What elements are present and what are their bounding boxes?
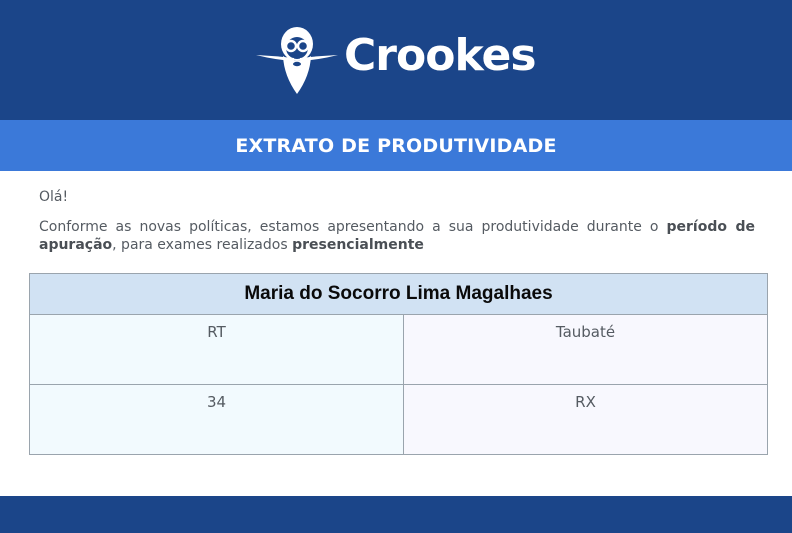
footer-bar	[0, 496, 792, 533]
intro-paragraph: Conforme as novas políticas, estamos apr…	[39, 218, 755, 254]
mode-emphasis: presencialmente	[292, 237, 424, 253]
productivity-table: Maria do Socorro Lima Magalhaes RT Tauba…	[29, 273, 768, 455]
greeting: Olá!	[39, 189, 69, 205]
intro-text-middle: , para exames realizados	[112, 237, 293, 253]
page-title: EXTRATO DE PRODUTIVIDADE	[235, 134, 557, 157]
table-cell: Taubaté	[404, 315, 767, 384]
intro-text-before: Conforme as novas políticas, estamos apr…	[39, 219, 667, 235]
table-cell: RX	[404, 385, 767, 454]
header-banner: Crookes	[0, 0, 792, 120]
table-cell: 34	[30, 385, 404, 454]
brand-logo: Crookes	[252, 18, 537, 98]
table-row: 34 RX	[30, 385, 767, 454]
title-bar: EXTRATO DE PRODUTIVIDADE	[0, 120, 792, 171]
table-row: RT Taubaté	[30, 315, 767, 385]
email-page: Crookes EXTRATO DE PRODUTIVIDADE Olá! Co…	[0, 0, 792, 533]
professional-name: Maria do Socorro Lima Magalhaes	[30, 274, 767, 315]
brand-name: Crookes	[344, 30, 537, 81]
table-cell: RT	[30, 315, 404, 384]
scientist-face-icon	[256, 27, 338, 94]
intro-text: Olá! Conforme as novas políticas, estamo…	[39, 188, 755, 254]
